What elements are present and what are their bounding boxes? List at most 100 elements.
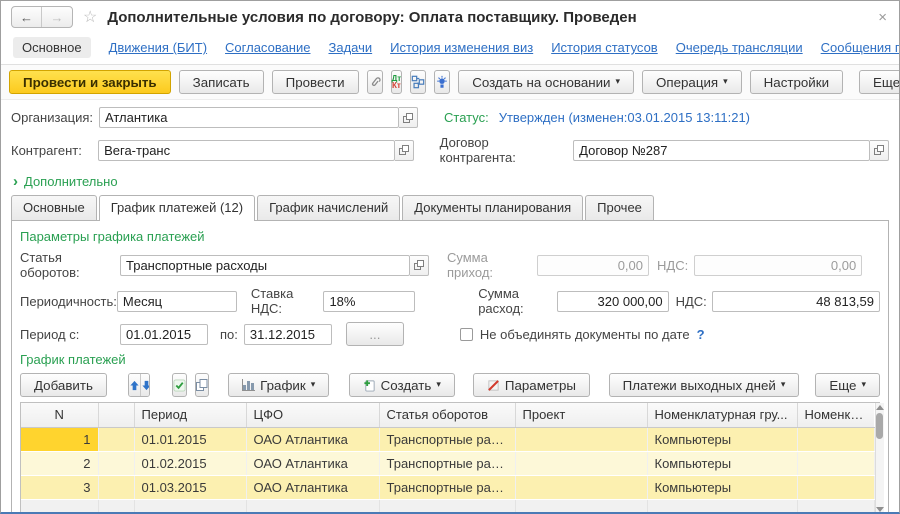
approve-row-button[interactable] bbox=[172, 373, 187, 397]
col-header-n[interactable]: N bbox=[21, 403, 98, 427]
settings-button[interactable]: Настройки bbox=[750, 70, 843, 94]
cell-cfo[interactable]: ОАО Атлантика bbox=[246, 451, 379, 475]
scroll-up-icon[interactable] bbox=[876, 405, 884, 410]
income-vat-label: НДС: bbox=[657, 258, 688, 273]
counterparty-field[interactable] bbox=[98, 140, 395, 161]
col-header-cfo[interactable]: ЦФО bbox=[246, 403, 379, 427]
cell-cfo[interactable]: ОАО Атлантика bbox=[246, 475, 379, 499]
cell-period[interactable]: 01.02.2015 bbox=[134, 451, 246, 475]
tab-planning-documents[interactable]: Документы планирования bbox=[402, 195, 583, 220]
vertical-scroll-thumb[interactable] bbox=[876, 413, 883, 439]
period-to-field[interactable] bbox=[244, 324, 332, 345]
create-based-on-button[interactable]: Создать на основании ▾ bbox=[458, 70, 634, 94]
forward-button[interactable]: → bbox=[42, 7, 72, 27]
cell-nomenclature-group[interactable]: Компьютеры bbox=[647, 475, 797, 499]
nav-item-status-history[interactable]: История статусов bbox=[551, 40, 658, 55]
cell-marker[interactable] bbox=[98, 451, 134, 475]
table-more-button[interactable]: Еще ▾ bbox=[815, 373, 880, 397]
counterparty-open-button[interactable] bbox=[395, 140, 414, 161]
cell-nomenclature[interactable] bbox=[797, 475, 874, 499]
col-header-turnover-item[interactable]: Статья оборотов bbox=[379, 403, 515, 427]
document-structure-button[interactable] bbox=[410, 70, 426, 94]
cell-n[interactable]: 3 bbox=[21, 475, 98, 499]
nav-item-visa-history[interactable]: История изменения виз bbox=[390, 40, 533, 55]
col-header-marker[interactable] bbox=[98, 403, 134, 427]
turnover-item-field[interactable] bbox=[120, 255, 410, 276]
cell-n[interactable]: 2 bbox=[21, 451, 98, 475]
cell-nomenclature-group[interactable]: Компьютеры bbox=[647, 451, 797, 475]
copy-row-button[interactable] bbox=[195, 373, 209, 397]
cell-marker[interactable] bbox=[98, 427, 134, 451]
save-button[interactable]: Записать bbox=[179, 70, 264, 94]
cell-cfo[interactable]: ОАО Атлантика bbox=[246, 427, 379, 451]
status-value[interactable]: Утвержден (изменен:03.01.2015 13:11:21) bbox=[499, 110, 750, 125]
cell-period[interactable]: 01.03.2015 bbox=[134, 475, 246, 499]
cell-project[interactable] bbox=[515, 427, 647, 451]
vertical-scrollbar[interactable] bbox=[875, 403, 884, 514]
cell-turnover-item[interactable]: Транспортные расхо... bbox=[379, 475, 515, 499]
close-icon[interactable]: × bbox=[876, 9, 889, 26]
periodicity-field[interactable] bbox=[117, 291, 237, 312]
cell-turnover-item[interactable]: Транспортные расхо... bbox=[379, 427, 515, 451]
cell-n[interactable]: 1 bbox=[21, 427, 98, 451]
attachments-button[interactable] bbox=[367, 70, 383, 94]
scroll-down-icon[interactable] bbox=[876, 507, 884, 512]
tab-accrual-schedule[interactable]: График начислений bbox=[257, 195, 400, 220]
expense-sum-field[interactable] bbox=[557, 291, 669, 312]
period-picker-button[interactable]: ... bbox=[346, 322, 404, 346]
nav-item-user-messages[interactable]: Сообщения пользователей bbox=[821, 40, 900, 55]
expense-vat-field[interactable] bbox=[712, 291, 880, 312]
nav-item-tasks[interactable]: Задачи bbox=[328, 40, 372, 55]
post-and-close-button[interactable]: Провести и закрыть bbox=[9, 70, 171, 94]
nav-item-movements[interactable]: Движения (БИТ) bbox=[109, 40, 207, 55]
table-row[interactable]: 3 01.03.2015 ОАО Атлантика Транспортные … bbox=[21, 475, 874, 499]
contract-field[interactable] bbox=[573, 140, 870, 161]
contract-open-button[interactable] bbox=[870, 140, 889, 161]
create-button[interactable]: Создать ▾ bbox=[349, 373, 455, 397]
dont-merge-by-date-checkbox[interactable] bbox=[460, 328, 473, 341]
turnover-item-open-button[interactable] bbox=[410, 255, 429, 276]
nav-item-broadcast-queue[interactable]: Очередь трансляции bbox=[676, 40, 803, 55]
toolbar-more-button[interactable]: Еще ▾ bbox=[859, 70, 900, 94]
back-button[interactable]: ← bbox=[12, 7, 42, 27]
cell-turnover-item[interactable]: Транспортные расхо... bbox=[379, 451, 515, 475]
col-header-nomenclature[interactable]: Номенклатура bbox=[797, 403, 874, 427]
cell-nomenclature[interactable] bbox=[797, 427, 874, 451]
weekend-payments-button[interactable]: Платежи выходных дней ▾ bbox=[609, 373, 800, 397]
move-down-button[interactable] bbox=[140, 374, 151, 396]
parameters-button[interactable]: Параметры bbox=[473, 373, 590, 397]
period-from-field[interactable] bbox=[120, 324, 208, 345]
organization-open-button[interactable] bbox=[399, 107, 418, 128]
vat-rate-field[interactable] bbox=[323, 291, 415, 312]
col-header-nomenclature-group[interactable]: Номенклатурная гру... bbox=[647, 403, 797, 427]
checkbox-help-icon[interactable]: ? bbox=[697, 327, 705, 342]
cell-marker[interactable] bbox=[98, 475, 134, 499]
table-row[interactable]: 2 01.02.2015 ОАО Атлантика Транспортные … bbox=[21, 451, 874, 475]
cell-period[interactable]: 01.01.2015 bbox=[134, 427, 246, 451]
chevron-down-icon: ▾ bbox=[436, 379, 441, 390]
cell-project[interactable] bbox=[515, 475, 647, 499]
nav-item-approval[interactable]: Согласование bbox=[225, 40, 310, 55]
tab-payment-schedule[interactable]: График платежей (12) bbox=[99, 195, 255, 221]
post-button[interactable]: Провести bbox=[272, 70, 359, 94]
dt-kt-postings-button[interactable]: ДтКт bbox=[391, 70, 403, 94]
move-up-button[interactable] bbox=[129, 374, 140, 396]
explain-button[interactable] bbox=[434, 70, 450, 94]
organization-field[interactable] bbox=[99, 107, 399, 128]
chart-button[interactable]: График ▾ bbox=[228, 373, 329, 397]
tab-other[interactable]: Прочее bbox=[585, 195, 654, 220]
additional-section-toggle[interactable]: › Дополнительно bbox=[13, 174, 118, 189]
table-row[interactable]: 1 01.01.2015 ОАО Атлантика Транспортные … bbox=[21, 427, 874, 451]
cell-nomenclature-group[interactable]: Компьютеры bbox=[647, 427, 797, 451]
chevron-right-icon: › bbox=[13, 177, 18, 187]
tab-main[interactable]: Основные bbox=[11, 195, 97, 220]
schedule-section-title: График платежей bbox=[20, 352, 880, 367]
col-header-period[interactable]: Период bbox=[134, 403, 246, 427]
favorite-star-icon[interactable]: ☆ bbox=[83, 7, 97, 27]
nav-item-main[interactable]: Основное bbox=[13, 37, 91, 58]
operation-button[interactable]: Операция ▾ bbox=[642, 70, 742, 94]
add-row-button[interactable]: Добавить bbox=[20, 373, 107, 397]
cell-nomenclature[interactable] bbox=[797, 451, 874, 475]
cell-project[interactable] bbox=[515, 451, 647, 475]
col-header-project[interactable]: Проект bbox=[515, 403, 647, 427]
